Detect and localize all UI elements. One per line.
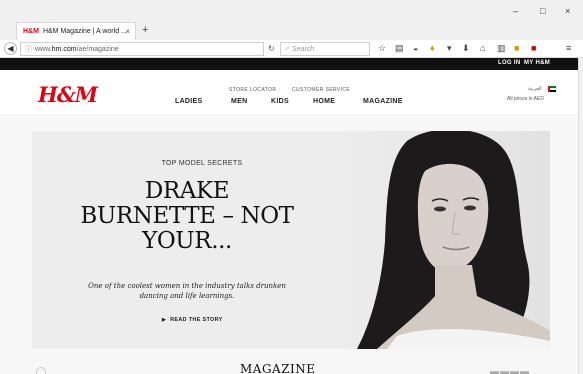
browser-tab-bar: H&M H&M Magazine | A world ... × + – □ × xyxy=(0,0,583,40)
hm-logo[interactable]: H&M xyxy=(38,82,98,107)
search-input[interactable]: ⌕ Search xyxy=(280,42,370,56)
login-link[interactable]: LOG IN xyxy=(498,60,520,66)
store-locator-link[interactable]: STORE LOCATOR xyxy=(229,87,276,93)
home-icon[interactable]: ⌂ xyxy=(480,43,485,53)
headline-line: YOUR... xyxy=(142,228,232,254)
page-scrollbar[interactable] xyxy=(578,58,583,374)
nav-magazine[interactable]: MAGAZINE xyxy=(363,98,403,105)
search-icon: ⌕ xyxy=(285,45,289,52)
tab-title: H&M Magazine | A world ... xyxy=(42,28,127,35)
nav-home[interactable]: HOME xyxy=(313,98,335,105)
subtext-line: One of the coolest women in the industry… xyxy=(88,282,286,290)
addon-icon[interactable]: ■ xyxy=(514,43,519,53)
hero-kicker: TOP MODEL SECRETS xyxy=(161,160,243,167)
new-tab-icon[interactable]: + xyxy=(142,24,148,36)
dropdown-arrow-icon[interactable]: ▾ xyxy=(447,43,452,54)
section-title: MAGAZINE xyxy=(240,362,316,374)
prices-note: All prices in AED xyxy=(507,96,544,102)
headline-line: BURNETTE – NOT xyxy=(80,203,294,229)
extension-icon[interactable]: ♦ xyxy=(430,43,435,53)
nav-men[interactable]: MEN xyxy=(231,98,247,105)
download-icon[interactable]: ⬇ xyxy=(462,43,470,54)
close-window-icon[interactable]: × xyxy=(565,6,570,16)
reading-list-icon[interactable]: ▤ xyxy=(395,43,404,54)
menu-icon[interactable]: ≡ xyxy=(566,43,571,53)
circle-icon[interactable] xyxy=(36,367,46,374)
url-prefix: www. xyxy=(35,45,52,53)
library-icon[interactable]: ▥ xyxy=(497,43,506,54)
customer-service-link[interactable]: CUSTOMER SERVICE xyxy=(292,87,350,93)
search-placeholder: Search xyxy=(291,45,315,53)
site-top-strip: LOG IN MY H&M xyxy=(0,58,578,70)
subtext-line: dancing and life learnings. xyxy=(139,292,235,300)
hero-subtext: One of the coolest women in the industry… xyxy=(77,281,297,301)
info-icon[interactable]: ⓘ xyxy=(25,44,32,54)
reload-icon[interactable]: ↻ xyxy=(268,44,275,53)
uae-flag-icon[interactable] xyxy=(548,86,556,92)
addon-red-icon[interactable]: ■ xyxy=(531,43,536,53)
bookmark-star-icon[interactable]: ☆ xyxy=(378,43,386,54)
nav-ladies[interactable]: LADIES xyxy=(175,98,202,105)
hero-banner[interactable]: TOP MODEL SECRETS DRAKE BURNETTE – NOT Y… xyxy=(32,131,550,349)
browser-nav-bar: ◀ ⓘ www.hm.com/ae/magazine ↻ ⌕ Search ☆ … xyxy=(0,40,583,58)
my-hm-link[interactable]: MY H&M xyxy=(524,60,550,66)
read-story-link[interactable]: ▶ READ THE STORY xyxy=(162,317,223,323)
hm-favicon-icon: H&M xyxy=(23,28,39,35)
nav-kids[interactable]: KIDS xyxy=(271,98,289,105)
cta-label: READ THE STORY xyxy=(170,317,223,323)
hero-headline[interactable]: DRAKE BURNETTE – NOT YOUR... xyxy=(62,179,312,254)
browser-tab[interactable]: H&M H&M Magazine | A world ... × xyxy=(16,22,136,40)
url-bar[interactable]: ⓘ www.hm.com/ae/magazine xyxy=(20,42,264,56)
back-arrow-icon[interactable]: ◀ xyxy=(4,42,17,55)
maximize-icon[interactable]: □ xyxy=(540,6,545,16)
url-domain: hm.com xyxy=(51,45,77,53)
language-link[interactable]: العربية xyxy=(528,86,542,92)
partial-heading-fragment: ▬▬▬▬ xyxy=(490,366,530,374)
site-header: H&M STORE LOCATOR CUSTOMER SERVICE LADIE… xyxy=(0,70,578,116)
close-tab-icon[interactable]: × xyxy=(125,27,130,36)
play-arrow-icon: ▶ xyxy=(162,317,167,323)
pocket-icon[interactable]: ◒ xyxy=(413,43,418,53)
url-path: /ae/magazine xyxy=(76,45,119,53)
headline-line: DRAKE xyxy=(144,178,230,204)
minimize-icon[interactable]: – xyxy=(513,6,518,16)
hero-model-photo xyxy=(337,131,550,349)
